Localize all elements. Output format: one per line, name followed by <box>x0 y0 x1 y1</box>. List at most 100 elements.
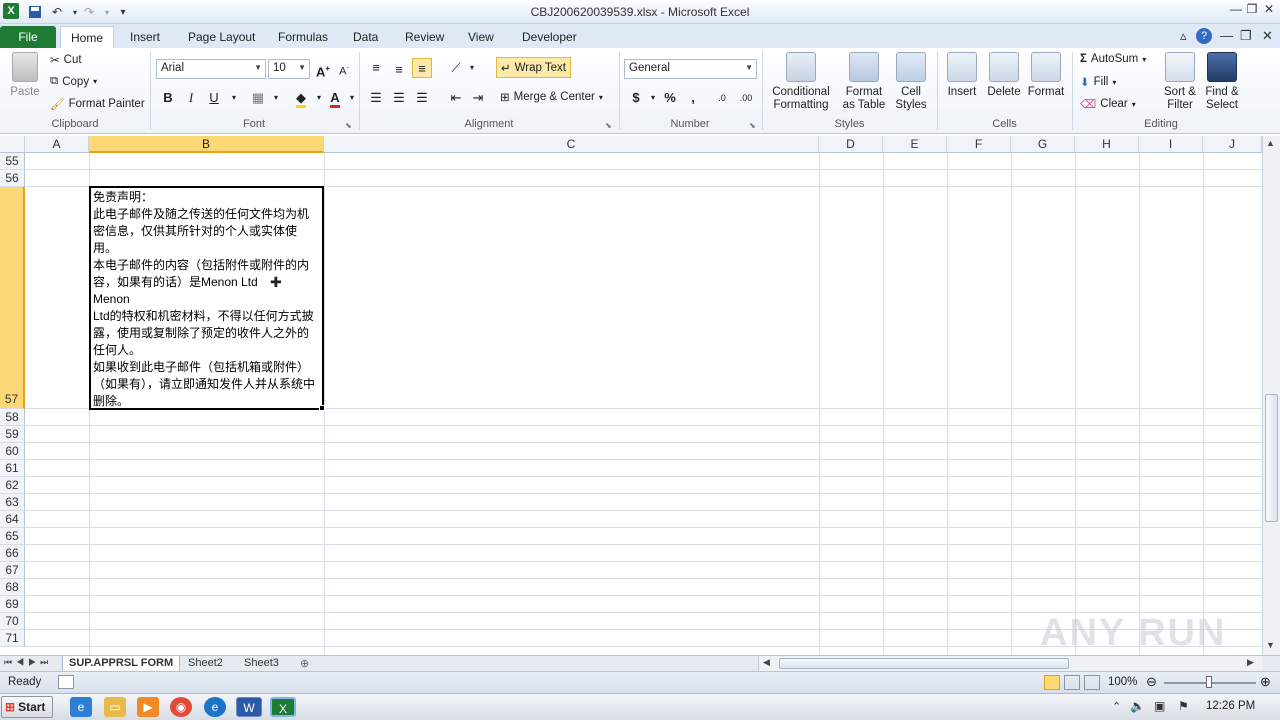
tab-file[interactable]: File <box>0 26 56 48</box>
italic-button[interactable]: I <box>181 88 201 108</box>
column-header-j[interactable]: J <box>1203 136 1262 153</box>
insert-cells-button[interactable]: Insert <box>942 52 982 99</box>
excel-taskbar-icon[interactable]: X <box>270 697 296 717</box>
comma-button[interactable]: , <box>683 88 703 108</box>
font-name-combo[interactable]: Arial ▼ <box>156 59 266 79</box>
scroll-left-icon[interactable]: ◀ <box>763 657 770 668</box>
ribbon-collapse-icon[interactable]: ▵ <box>1180 28 1187 44</box>
scroll-up-icon[interactable]: ▲ <box>1266 138 1275 148</box>
fill-color-icon[interactable]: ◆ <box>291 88 311 108</box>
edge-icon[interactable]: e <box>204 697 226 717</box>
copy-button[interactable]: ⧉ Copy ▾ <box>50 75 97 88</box>
horizontal-scrollbar[interactable]: ◀ ▶ <box>758 656 1262 671</box>
sheet-tab-sheet3[interactable]: Sheet3 <box>238 656 285 672</box>
workbook-minimize-icon[interactable]: — <box>1220 28 1233 43</box>
normal-view-icon[interactable] <box>1044 675 1060 690</box>
align-middle-icon[interactable]: ≡ <box>389 60 409 80</box>
row-header-57[interactable]: 57 <box>0 187 25 409</box>
font-size-combo[interactable]: 10 ▼ <box>268 59 310 79</box>
column-header-e[interactable]: E <box>883 136 947 153</box>
fill-handle[interactable] <box>319 405 325 411</box>
row-header-71[interactable]: 71 <box>0 630 25 647</box>
tab-review[interactable]: Review <box>395 26 454 48</box>
zoom-slider-thumb[interactable] <box>1206 676 1212 688</box>
row-header-55[interactable]: 55 <box>0 153 25 170</box>
wrap-text-button[interactable]: ↵ Wrap Text <box>496 57 571 78</box>
page-layout-view-icon[interactable] <box>1064 675 1080 690</box>
align-center-icon[interactable]: ☰ <box>389 88 409 108</box>
row-header-67[interactable]: 67 <box>0 562 25 579</box>
column-header-h[interactable]: H <box>1075 136 1139 153</box>
tray-expand-icon[interactable]: ⌃ <box>1112 700 1121 713</box>
cut-button[interactable]: ✂ Cut <box>50 53 82 67</box>
row-header-62[interactable]: 62 <box>0 477 25 494</box>
delete-cells-button[interactable]: Delete <box>984 52 1024 99</box>
column-header-d[interactable]: D <box>819 136 883 153</box>
column-header-c[interactable]: C <box>324 136 819 153</box>
tab-home[interactable]: Home <box>60 26 115 48</box>
page-break-view-icon[interactable] <box>1084 675 1100 690</box>
workbook-restore-icon[interactable]: ❐ <box>1240 28 1252 44</box>
tab-developer[interactable]: Developer <box>512 26 587 48</box>
start-button[interactable]: ⊞ Start <box>1 696 53 718</box>
column-header-i[interactable]: I <box>1139 136 1203 153</box>
sheet-nav-icon[interactable]: ⏮◀▶⏭ <box>4 657 52 668</box>
tab-data[interactable]: Data <box>343 26 388 48</box>
row-header-65[interactable]: 65 <box>0 528 25 545</box>
folder-icon[interactable]: ▭ <box>104 697 126 717</box>
help-icon[interactable]: ? <box>1196 28 1212 44</box>
dialog-launcher-icon[interactable]: ⬊ <box>345 121 352 130</box>
increase-decimal-icon[interactable]: .0 <box>712 88 732 108</box>
vertical-scrollbar[interactable]: ▲ ▼ <box>1262 136 1280 655</box>
underline-dropdown-icon[interactable]: ▾ <box>224 88 244 108</box>
grow-font-icon[interactable]: A+ <box>313 59 333 79</box>
borders-dropdown-icon[interactable]: ▾ <box>266 88 286 108</box>
media-player-icon[interactable]: ▶ <box>137 697 159 717</box>
workbook-close-icon[interactable]: ✕ <box>1262 28 1273 44</box>
bold-button[interactable]: B <box>158 88 178 108</box>
row-header-60[interactable]: 60 <box>0 443 25 460</box>
shrink-font-icon[interactable]: A- <box>334 59 354 79</box>
column-header-a[interactable]: A <box>25 136 89 153</box>
paste-button[interactable]: Paste <box>6 52 44 99</box>
row-header-56[interactable]: 56 <box>0 170 25 187</box>
dialog-launcher-icon[interactable]: ⬊ <box>749 121 756 130</box>
format-cells-button[interactable]: Format <box>1026 52 1066 99</box>
tab-insert[interactable]: Insert <box>120 26 170 48</box>
number-format-combo[interactable]: General ▼ <box>624 59 757 79</box>
align-top-icon[interactable]: ≡ <box>366 58 386 78</box>
zoom-level[interactable]: 100% <box>1108 676 1137 688</box>
row-header-59[interactable]: 59 <box>0 426 25 443</box>
macro-record-icon[interactable] <box>58 675 74 689</box>
horizontal-scroll-thumb[interactable] <box>779 658 1069 669</box>
column-header-f[interactable]: F <box>947 136 1011 153</box>
network-icon[interactable]: ▣ <box>1154 699 1165 713</box>
ie-icon[interactable]: e <box>70 697 92 717</box>
dialog-launcher-icon[interactable]: ⬊ <box>605 121 612 130</box>
fill-button[interactable]: ⬇ Fill ▾ <box>1080 75 1116 89</box>
row-header-63[interactable]: 63 <box>0 494 25 511</box>
scroll-down-icon[interactable]: ▼ <box>1266 640 1275 650</box>
chrome-icon[interactable]: ◉ <box>170 697 192 717</box>
scroll-right-icon[interactable]: ▶ <box>1247 657 1254 668</box>
decrease-decimal-icon[interactable]: .00 <box>736 88 756 108</box>
word-icon[interactable]: W <box>236 697 262 717</box>
autosum-button[interactable]: Σ AutoSum ▾ <box>1080 53 1146 65</box>
underline-button[interactable]: U <box>204 88 224 108</box>
vertical-scroll-thumb[interactable] <box>1265 394 1278 522</box>
align-bottom-icon[interactable]: ≡ <box>412 58 432 78</box>
increase-indent-icon[interactable]: ⇥ <box>468 88 488 108</box>
align-right-icon[interactable]: ☰ <box>412 88 432 108</box>
sheet-tab-sheet2[interactable]: Sheet2 <box>182 656 229 672</box>
row-header-61[interactable]: 61 <box>0 460 25 477</box>
format-painter-button[interactable]: 🖌 Format Painter <box>50 97 145 111</box>
orientation-dropdown-icon[interactable]: ▾ <box>462 58 482 78</box>
zoom-in-icon[interactable]: ⊕ <box>1260 674 1271 690</box>
action-center-flag-icon[interactable]: ⚑ <box>1178 699 1189 713</box>
percent-button[interactable]: % <box>660 88 680 108</box>
volume-icon[interactable]: 🔈 <box>1130 699 1145 713</box>
row-header-68[interactable]: 68 <box>0 579 25 596</box>
clear-button[interactable]: ⌫ Clear ▾ <box>1080 97 1136 111</box>
insert-sheet-icon[interactable]: ⊕ <box>300 657 309 670</box>
decrease-indent-icon[interactable]: ⇤ <box>446 88 466 108</box>
